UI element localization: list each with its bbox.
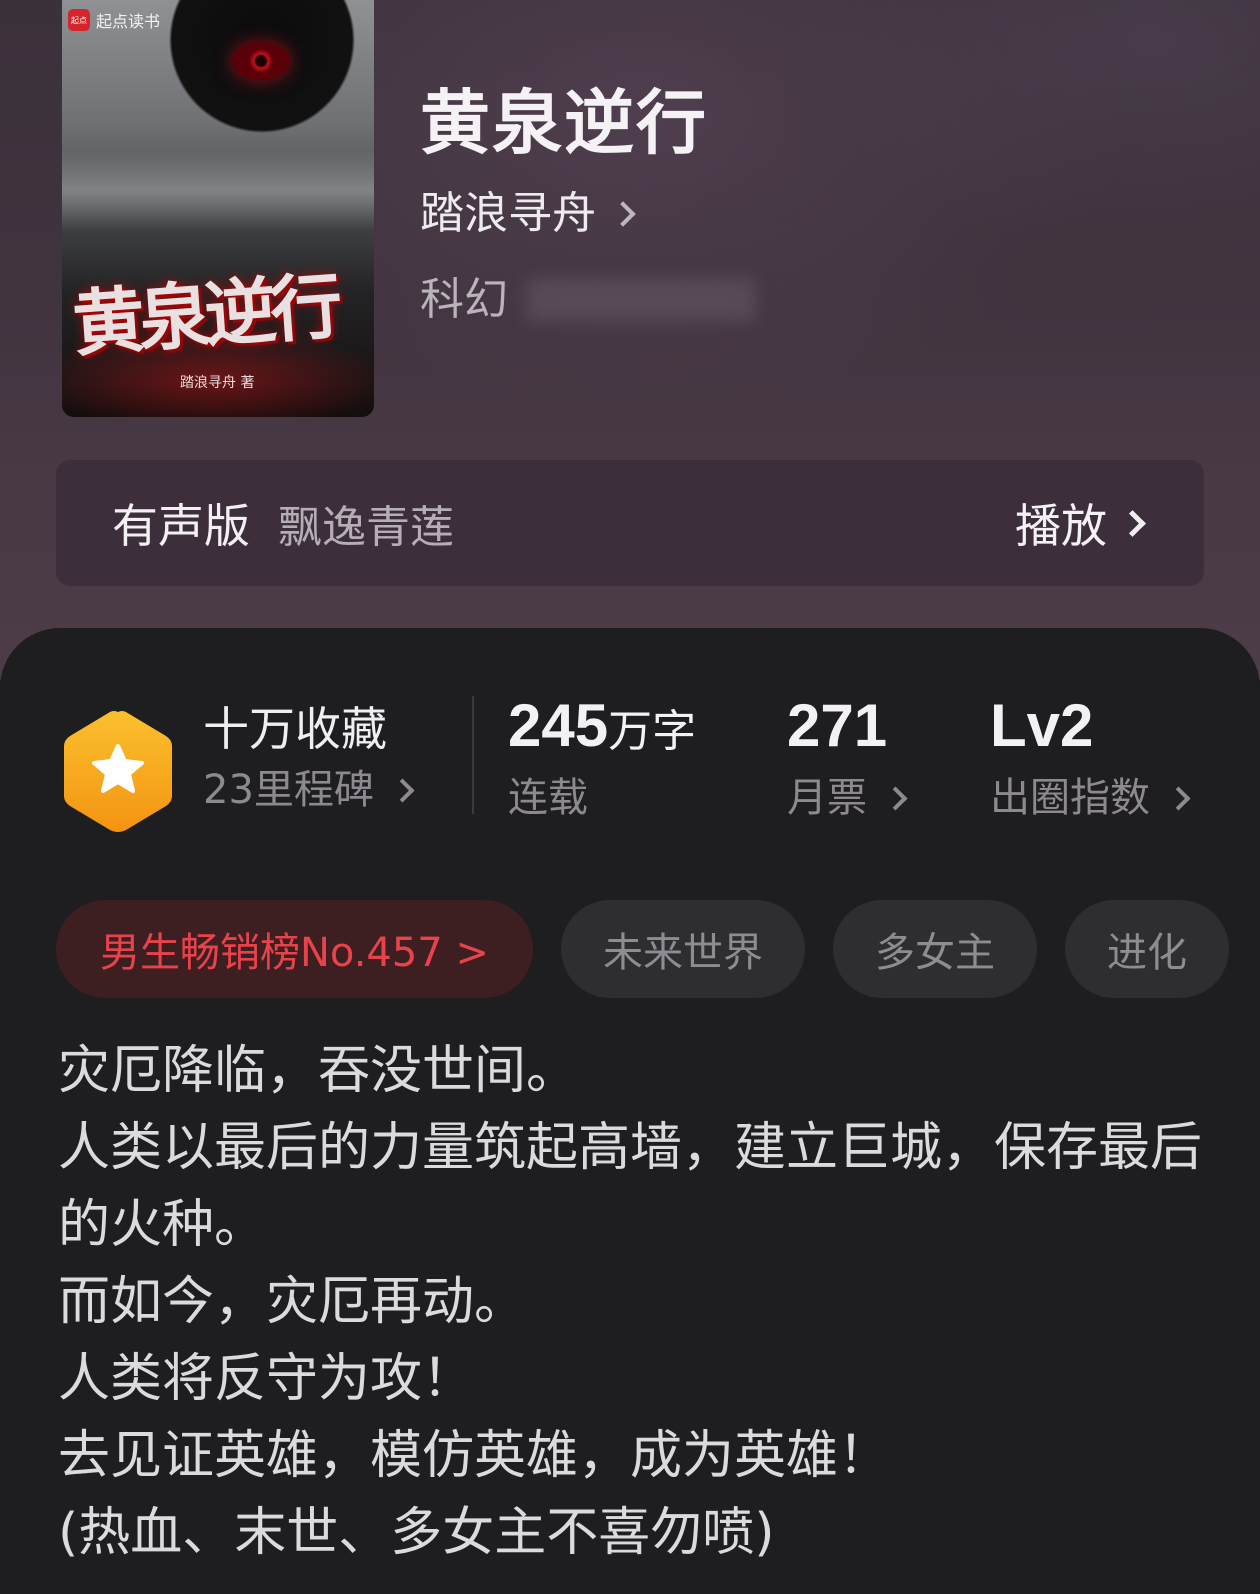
tag-item[interactable]: 进化 <box>1064 900 1229 998</box>
book-header: 起点 起点读书 黄泉逆行 踏浪寻舟 著 黄泉逆行 踏浪寻舟 科幻 有声版 飘逸青… <box>0 0 1260 680</box>
star-badge-icon <box>64 711 172 832</box>
author-name: 踏浪寻舟 <box>420 188 596 239</box>
monthly-votes-stat[interactable]: 271 月票 <box>787 692 908 821</box>
book-cover[interactable]: 起点 起点读书 黄泉逆行 踏浪寻舟 著 <box>62 0 374 417</box>
chevron-right-icon <box>1166 785 1191 811</box>
word-count-value: 245 <box>508 692 609 759</box>
word-count-unit: 万字 <box>608 706 697 757</box>
description-line: 人类将反守为攻！ <box>58 1349 475 1409</box>
collect-title: 十万收藏 <box>203 702 387 756</box>
collect-stat[interactable]: 十万收藏 23里程碑 <box>203 702 415 813</box>
serial-status-label: 连载 <box>508 775 588 821</box>
book-title: 黄泉逆行 <box>420 81 708 164</box>
chevron-right-icon <box>883 785 908 811</box>
description-line: 去见证英雄，模仿英雄，成为英雄！ <box>58 1426 891 1486</box>
cover-publisher-label: 起点读书 <box>96 12 161 31</box>
blurred-subgenre <box>526 278 756 322</box>
cover-author: 踏浪寻舟 著 <box>180 375 255 391</box>
book-detail-page: 起点 起点读书 黄泉逆行 踏浪寻舟 著 黄泉逆行 踏浪寻舟 科幻 有声版 飘逸青… <box>0 0 1260 1594</box>
stats-row: 十万收藏 23里程碑 245万字 连载 271 月票 Lv2 出圈指数 <box>0 628 1260 832</box>
book-info-card: 十万收藏 23里程碑 245万字 连载 271 月票 Lv2 出圈指数 男生畅销… <box>0 628 1260 1594</box>
book-description: 灾厄降临，吞没世间。 人类以最后的力量筑起高墙，建立巨城，保存最后的火种。 而如… <box>58 1033 1208 1572</box>
level-stat[interactable]: Lv2 出圈指数 <box>990 692 1191 821</box>
cover-publisher: 起点 起点读书 <box>68 8 160 32</box>
publisher-logo-icon: 起点 <box>68 9 90 31</box>
cover-fog <box>62 150 374 230</box>
genre-row: 科幻 <box>420 278 756 322</box>
level-value: Lv2 <box>990 692 1094 759</box>
description-line: 灾厄降临，吞没世间。 <box>58 1041 579 1101</box>
monthly-votes-label: 月票 <box>787 775 867 821</box>
stats-divider <box>472 696 474 814</box>
chevron-right-icon <box>610 201 636 227</box>
audio-version-bar[interactable]: 有声版 飘逸青莲 播放 <box>56 460 1204 586</box>
tag-list: 男生畅销榜No.457 > 未来世界 多女主 进化 <box>56 900 1229 998</box>
chevron-right-icon <box>1119 509 1146 537</box>
level-sub: 出圈指数 <box>990 775 1191 821</box>
rank-tag[interactable]: 男生畅销榜No.457 > <box>56 900 533 998</box>
serial-status: 连载 <box>508 778 696 818</box>
description-line: (热血、末世、多女主不喜勿喷) <box>58 1503 775 1563</box>
audio-narrator: 飘逸青莲 <box>278 502 454 553</box>
word-count-stat: 245万字 连载 <box>508 696 697 819</box>
cover-eye-image <box>232 42 290 80</box>
cover-title: 黄泉逆行 <box>69 263 340 367</box>
play-button[interactable]: 播放 <box>1015 460 1146 586</box>
tag-item[interactable]: 未来世界 <box>560 900 805 998</box>
collect-sub: 23里程碑 <box>203 767 415 813</box>
audio-label: 有声版 <box>112 499 250 553</box>
play-label: 播放 <box>1015 499 1107 553</box>
monthly-votes-sub: 月票 <box>787 775 908 821</box>
tag-item[interactable]: 多女主 <box>832 900 1037 998</box>
description-line: 人类以最后的力量筑起高墙，建立巨城，保存最后的火种。 <box>58 1118 1203 1255</box>
author-link[interactable]: 踏浪寻舟 <box>420 188 636 239</box>
chevron-right-icon <box>390 777 415 803</box>
monthly-votes-value: 271 <box>787 692 888 759</box>
level-label: 出圈指数 <box>990 775 1150 821</box>
milestone-label: 23里程碑 <box>203 767 374 813</box>
genre-label: 科幻 <box>420 274 508 325</box>
description-line: 而如今，灾厄再动。 <box>58 1272 527 1332</box>
